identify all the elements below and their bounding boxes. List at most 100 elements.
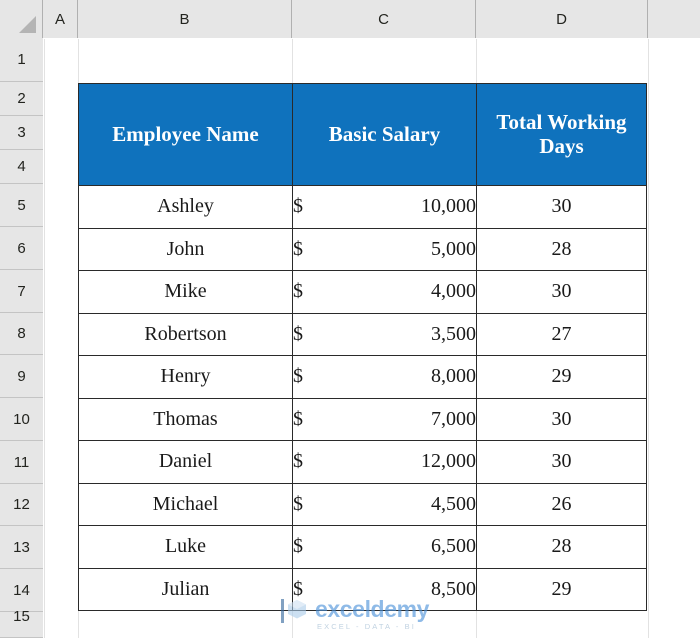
row-header-5[interactable]: 5 [0, 184, 43, 227]
column-header-b-label: B [179, 10, 190, 28]
select-all-button[interactable] [0, 0, 43, 38]
cell-total-working-days[interactable]: 30 [476, 270, 647, 314]
row-header-1[interactable]: 1 [0, 38, 43, 82]
cell-employee-name[interactable]: John [78, 227, 293, 271]
currency-symbol: $ [293, 322, 303, 345]
cell-total-working-days[interactable]: 27 [476, 312, 647, 356]
row-header-7-label: 7 [17, 282, 26, 300]
row-header-12[interactable]: 12 [0, 484, 43, 526]
row-header-3[interactable]: 3 [0, 116, 43, 150]
cell-basic-salary[interactable]: $8,500 [292, 567, 477, 611]
cell-employee-name[interactable]: Luke [78, 525, 293, 569]
salary-amount: 4,500 [431, 492, 476, 515]
column-header-strip: A B C D [0, 0, 700, 38]
cell-basic-salary[interactable]: $4,500 [292, 482, 477, 526]
column-header-total-working-days: Total Working Days [476, 83, 647, 186]
table-row: Luke $6,500 28 [78, 525, 647, 569]
column-header-employee-name: Employee Name [78, 83, 293, 186]
cell-total-working-days[interactable]: 30 [476, 440, 647, 484]
salary-amount: 3,500 [431, 322, 476, 345]
column-header-b[interactable]: B [78, 0, 292, 38]
cell-employee-name[interactable]: Mike [78, 270, 293, 314]
cell-employee-name[interactable]: Henry [78, 355, 293, 399]
table-row: John $5,000 28 [78, 227, 647, 271]
row-header-14[interactable]: 14 [0, 569, 43, 612]
cell-basic-salary[interactable]: $8,000 [292, 355, 477, 399]
row-header-15[interactable]: 15 [0, 608, 43, 638]
cell-employee-name[interactable]: Robertson [78, 312, 293, 356]
cell-basic-salary[interactable]: $4,000 [292, 270, 477, 314]
currency-symbol: $ [293, 195, 303, 218]
table-row: Robertson $3,500 27 [78, 312, 647, 356]
row-header-6-label: 6 [17, 239, 26, 257]
row-header-2[interactable]: 2 [0, 82, 43, 116]
row-header-5-label: 5 [17, 196, 26, 214]
cell-total-working-days[interactable]: 29 [476, 355, 647, 399]
row-header-8[interactable]: 8 [0, 313, 43, 355]
cell-total-working-days[interactable]: 28 [476, 525, 647, 569]
row-header-13[interactable]: 13 [0, 526, 43, 569]
table-row: Daniel $12,000 30 [78, 440, 647, 484]
select-all-triangle-icon [19, 16, 36, 33]
table-row: Michael $4,500 26 [78, 482, 647, 526]
column-header-c[interactable]: C [292, 0, 476, 38]
cell-basic-salary[interactable]: $12,000 [292, 440, 477, 484]
row-header-7[interactable]: 7 [0, 270, 43, 313]
spreadsheet-canvas: A B C D 1 2 3 4 5 6 7 8 9 10 11 12 13 14… [0, 0, 700, 638]
column-header-d-label: D [556, 10, 567, 28]
column-header-e[interactable] [648, 0, 700, 38]
cell-basic-salary[interactable]: $6,500 [292, 525, 477, 569]
row-header-11-label: 11 [13, 453, 30, 471]
cell-basic-salary[interactable]: $7,000 [292, 397, 477, 441]
table-row: Thomas $7,000 30 [78, 397, 647, 441]
row-header-6[interactable]: 6 [0, 227, 43, 270]
row-header-10[interactable]: 10 [0, 398, 43, 441]
row-header-2-label: 2 [17, 90, 26, 107]
cell-total-working-days[interactable]: 28 [476, 227, 647, 271]
column-header-c-label: C [378, 10, 389, 28]
column-header-basic-salary: Basic Salary [292, 83, 477, 186]
cell-employee-name[interactable]: Julian [78, 567, 293, 611]
cell-employee-name[interactable]: Ashley [78, 185, 293, 229]
cell-employee-name[interactable]: Michael [78, 482, 293, 526]
gridline-col-a [44, 39, 45, 638]
cell-basic-salary[interactable]: $5,000 [292, 227, 477, 271]
cell-basic-salary[interactable]: $3,500 [292, 312, 477, 356]
cell-total-working-days[interactable]: 30 [476, 397, 647, 441]
column-header-a[interactable]: A [43, 0, 78, 38]
column-header-a-label: A [54, 10, 65, 28]
row-header-4-label: 4 [17, 158, 26, 175]
row-header-1-label: 1 [17, 51, 26, 68]
cell-total-working-days[interactable]: 29 [476, 567, 647, 611]
row-header-13-label: 13 [13, 538, 30, 556]
cell-basic-salary[interactable]: $10,000 [292, 185, 477, 229]
currency-symbol: $ [293, 492, 303, 515]
currency-symbol: $ [293, 280, 303, 303]
column-header-d[interactable]: D [476, 0, 648, 38]
salary-amount: 10,000 [421, 195, 476, 218]
table-row: Henry $8,000 29 [78, 355, 647, 399]
cell-total-working-days[interactable]: 30 [476, 185, 647, 229]
row-header-9-label: 9 [17, 367, 26, 385]
table-row: Julian $8,500 29 [78, 567, 647, 611]
row-header-14-label: 14 [13, 581, 30, 599]
row-header-10-label: 10 [13, 410, 30, 428]
row-header-strip: 1 2 3 4 5 6 7 8 9 10 11 12 13 14 15 [0, 38, 43, 638]
employee-salary-table: Employee Name Basic Salary Total Working… [78, 83, 647, 611]
currency-symbol: $ [293, 450, 303, 473]
cell-employee-name[interactable]: Daniel [78, 440, 293, 484]
cell-employee-name[interactable]: Thomas [78, 397, 293, 441]
currency-symbol: $ [293, 577, 303, 600]
row-header-8-label: 8 [17, 325, 26, 342]
currency-symbol: $ [293, 365, 303, 388]
currency-symbol: $ [293, 535, 303, 558]
cell-total-working-days[interactable]: 26 [476, 482, 647, 526]
salary-amount: 7,000 [431, 407, 476, 430]
currency-symbol: $ [293, 237, 303, 260]
gridline-col-e [648, 39, 649, 638]
row-header-15-label: 15 [13, 608, 30, 625]
row-header-11[interactable]: 11 [0, 441, 43, 484]
row-header-12-label: 12 [13, 496, 30, 513]
row-header-4[interactable]: 4 [0, 150, 43, 184]
row-header-9[interactable]: 9 [0, 355, 43, 398]
